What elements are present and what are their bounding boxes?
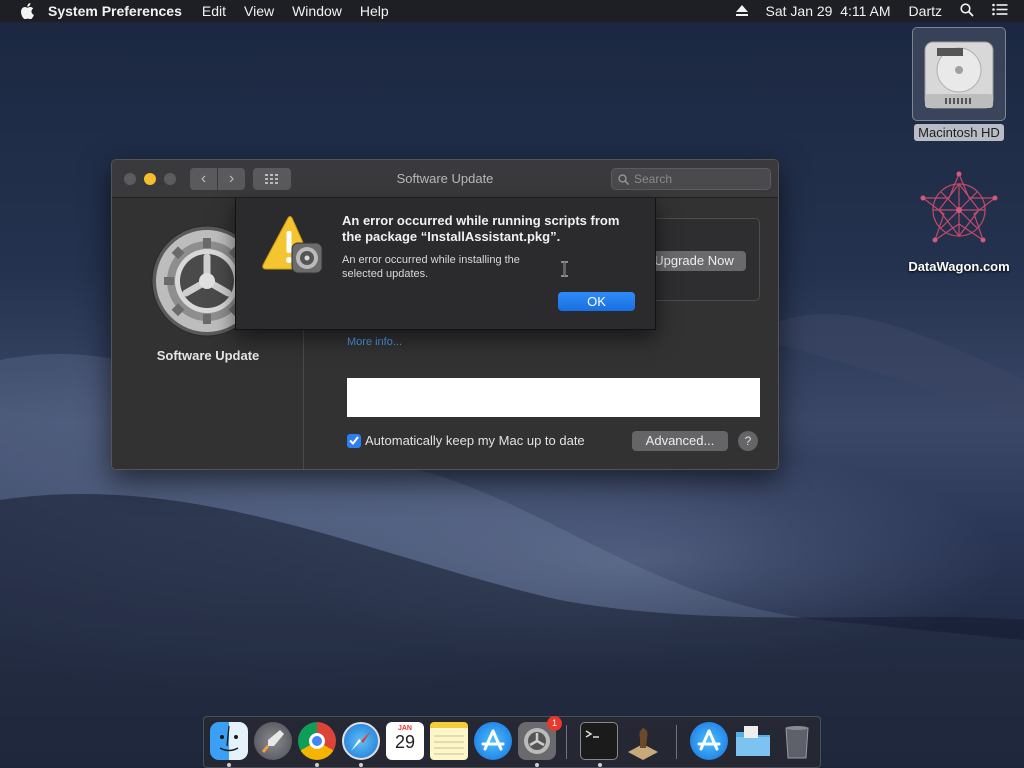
menu-clock[interactable]: Sat Jan 29 4:11 AM: [766, 3, 891, 19]
checkmark-icon[interactable]: [347, 433, 361, 448]
running-indicator: [359, 763, 363, 767]
desktop-icon-macintosh-hd[interactable]: Macintosh HD: [907, 27, 1011, 142]
help-button[interactable]: ?: [738, 431, 758, 451]
notification-badge: 1: [547, 716, 562, 731]
running-indicator: [535, 763, 539, 767]
menu-window[interactable]: Window: [292, 3, 342, 19]
desktop-icon-label: DataWagon.com: [908, 259, 1010, 274]
advanced-button[interactable]: Advanced...: [632, 431, 728, 451]
warning-icon: [260, 215, 324, 275]
more-info-link[interactable]: More info...: [347, 336, 402, 348]
alert-title: An error occurred while running scripts …: [342, 213, 620, 244]
terminal-icon[interactable]: [580, 722, 618, 760]
menu-app-name[interactable]: System Preferences: [48, 3, 182, 19]
alert-message: An error occurred while installing the s…: [342, 254, 520, 280]
menu-edit[interactable]: Edit: [202, 3, 226, 19]
calendar-day: 29: [394, 732, 416, 752]
finder-icon[interactable]: [210, 722, 248, 760]
window-titlebar[interactable]: ‹ › Software Update Search: [112, 160, 778, 198]
notes-icon[interactable]: [430, 722, 468, 760]
dock-separator: [566, 725, 567, 759]
chess-icon[interactable]: [624, 722, 662, 760]
eject-icon[interactable]: [735, 3, 748, 19]
error-alert-sheet: An error occurred while running scripts …: [235, 198, 656, 330]
text-cursor-icon: [560, 261, 569, 282]
trash-icon[interactable]: [778, 722, 816, 760]
desktop-icon-datawagon[interactable]: DataWagon.com: [900, 168, 1018, 276]
search-placeholder: Search: [634, 172, 673, 186]
spotlight-search-icon[interactable]: [960, 2, 974, 20]
upgrade-now-button[interactable]: Upgrade Now: [642, 251, 746, 271]
search-icon: [618, 174, 629, 185]
app-store-folder-icon[interactable]: [690, 722, 728, 760]
hard-drive-icon: [912, 27, 1006, 121]
auto-update-checkbox[interactable]: Automatically keep my Mac up to date: [347, 433, 585, 448]
sidebar-title: Software Update: [156, 348, 260, 363]
menu-view[interactable]: View: [244, 3, 274, 19]
running-indicator: [315, 763, 319, 767]
notification-center-icon[interactable]: [992, 3, 1008, 19]
launchpad-icon[interactable]: [254, 722, 292, 760]
auto-update-label: Automatically keep my Mac up to date: [365, 433, 585, 448]
menu-help[interactable]: Help: [360, 3, 389, 19]
ok-button[interactable]: OK: [558, 292, 635, 311]
app-store-icon[interactable]: [474, 722, 512, 760]
calendar-icon[interactable]: JAN 29: [386, 722, 424, 760]
menu-bar: System Preferences Edit View Window Help…: [0, 0, 1024, 22]
dock-separator: [676, 725, 677, 759]
folder-icon[interactable]: [734, 722, 772, 760]
network-sphere-icon: [917, 168, 1001, 252]
safari-icon[interactable]: [342, 722, 380, 760]
calendar-month: JAN: [397, 725, 412, 732]
dock: JAN 29 1: [203, 716, 821, 768]
menu-user[interactable]: Dartz: [909, 3, 942, 19]
apple-icon[interactable]: [20, 3, 36, 19]
chrome-icon[interactable]: [298, 722, 336, 760]
running-indicator: [227, 763, 231, 767]
running-indicator: [598, 763, 602, 767]
update-status-field: [347, 378, 760, 417]
desktop-icon-label: Macintosh HD: [914, 124, 1004, 141]
search-field[interactable]: Search: [611, 168, 771, 190]
system-preferences-icon[interactable]: 1: [518, 716, 562, 760]
